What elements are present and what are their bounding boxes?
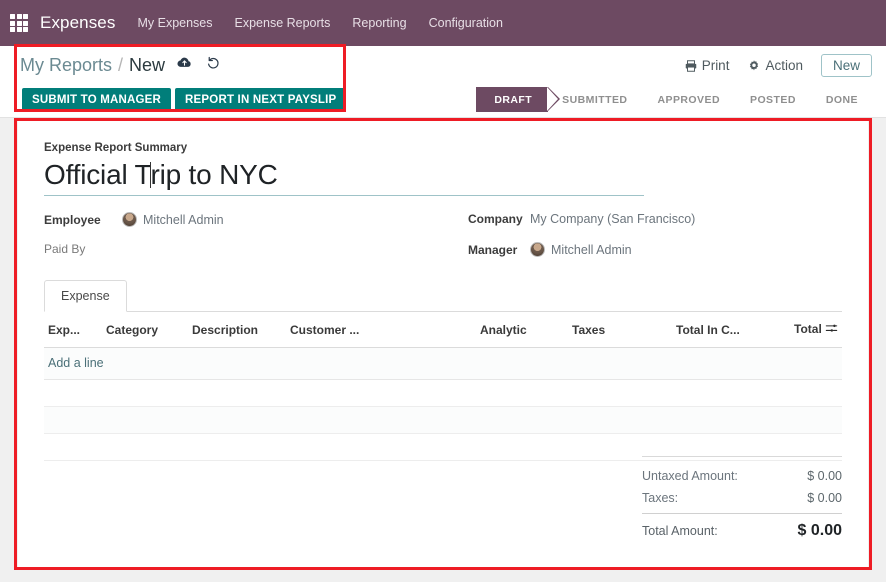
report-in-next-payslip-button[interactable]: Report in Next Payslip bbox=[175, 88, 347, 112]
table-row bbox=[44, 406, 842, 434]
gear-icon bbox=[750, 59, 759, 70]
status-done[interactable]: Done bbox=[809, 87, 874, 112]
submit-to-manager-button[interactable]: Submit to Manager bbox=[22, 88, 172, 112]
status-submitted[interactable]: Submitted bbox=[546, 87, 643, 112]
expense-report-summary-input[interactable]: Official Trip to NYC bbox=[44, 158, 644, 196]
avatar bbox=[122, 212, 137, 227]
paid-by-label: Paid By bbox=[44, 242, 86, 256]
totals-divider bbox=[642, 456, 842, 457]
notebook-tabs: Expense bbox=[44, 280, 842, 312]
odoo-expenses-app: Expenses My Expenses Expense Reports Rep… bbox=[0, 0, 886, 582]
apps-grid-icon[interactable] bbox=[10, 14, 28, 32]
employee-label: Employee bbox=[44, 212, 101, 227]
add-a-line-row[interactable]: Add a line bbox=[44, 347, 842, 380]
nav-expense-reports[interactable]: Expense Reports bbox=[235, 16, 331, 30]
col-expense-date[interactable]: Exp... bbox=[44, 312, 102, 348]
untaxed-amount-label: Untaxed Amount: bbox=[642, 469, 738, 483]
header-fields: Employee Mitchell Admin Paid By Company … bbox=[44, 212, 842, 268]
nav-reporting[interactable]: Reporting bbox=[352, 16, 406, 30]
manager-label: Manager bbox=[468, 242, 518, 257]
breadcrumb-current: New bbox=[129, 55, 166, 75]
control-panel: My Reports / New Print Action New SUBMIT… bbox=[0, 46, 886, 118]
col-category[interactable]: Category bbox=[102, 312, 188, 348]
company-value[interactable]: My Company (San Francisco) bbox=[530, 212, 695, 226]
col-description[interactable]: Description bbox=[188, 312, 286, 348]
total-untaxed-amount: Untaxed Amount: $ 0.00 bbox=[642, 465, 842, 487]
add-a-line-link[interactable]: Add a line bbox=[48, 356, 104, 370]
table-row bbox=[44, 379, 842, 407]
control-panel-bottom-row: Submit to Manager Report in Next Payslip… bbox=[0, 85, 886, 118]
table-header-row: Exp... Category Description Customer ...… bbox=[44, 312, 842, 348]
breadcrumb-my-reports[interactable]: My Reports bbox=[20, 55, 112, 76]
field-company: Company My Company (San Francisco) bbox=[468, 212, 695, 226]
action-button[interactable]: Action bbox=[747, 58, 803, 73]
totals-panel: Untaxed Amount: $ 0.00 Taxes: $ 0.00 Tot… bbox=[642, 456, 842, 544]
status-draft[interactable]: Draft bbox=[476, 87, 560, 112]
manager-value-wrap[interactable]: Mitchell Admin bbox=[530, 242, 632, 257]
manager-value: Mitchell Admin bbox=[551, 242, 632, 257]
sliders-icon[interactable] bbox=[825, 322, 838, 338]
col-customer[interactable]: Customer ... bbox=[286, 312, 476, 348]
breadcrumb: My Reports / New bbox=[20, 55, 221, 76]
print-button[interactable]: Print bbox=[684, 58, 730, 73]
expense-report-summary-label: Expense Report Summary bbox=[44, 142, 188, 154]
total-taxes: Taxes: $ 0.00 bbox=[642, 487, 842, 509]
status-posted[interactable]: Posted bbox=[733, 87, 812, 112]
expense-lines-body: Add a line bbox=[44, 347, 842, 461]
total-amount-value: $ 0.00 bbox=[797, 522, 842, 539]
top-navbar: Expenses My Expenses Expense Reports Rep… bbox=[0, 0, 886, 46]
control-panel-top-row: My Reports / New Print Action New bbox=[0, 46, 886, 85]
form-sheet: Expense Report Summary Official Trip to … bbox=[18, 120, 868, 570]
breadcrumb-separator: / bbox=[118, 55, 124, 75]
taxes-value: $ 0.00 bbox=[807, 491, 842, 505]
field-paid-by: Paid By bbox=[44, 242, 122, 256]
control-panel-actions: Print Action New bbox=[684, 46, 872, 85]
tab-expense[interactable]: Expense bbox=[44, 280, 127, 312]
nav-my-expenses[interactable]: My Expenses bbox=[137, 16, 212, 30]
status-approved[interactable]: Approved bbox=[641, 87, 736, 112]
summary-value-part2: rip to NYC bbox=[150, 159, 278, 190]
col-total[interactable]: Total bbox=[790, 312, 842, 348]
employee-value-wrap[interactable]: Mitchell Admin bbox=[122, 212, 224, 227]
expense-lines-table: Exp... Category Description Customer ...… bbox=[44, 312, 842, 461]
status-pipeline: Draft Submitted Approved Posted Done bbox=[476, 87, 874, 112]
total-amount: Total Amount: $ 0.00 bbox=[642, 513, 842, 544]
employee-value: Mitchell Admin bbox=[143, 212, 224, 227]
printer-icon bbox=[685, 59, 696, 72]
form-action-buttons: Submit to Manager Report in Next Payslip bbox=[22, 88, 347, 112]
company-label: Company bbox=[468, 212, 523, 226]
col-total-in-currency[interactable]: Total In C... bbox=[672, 312, 790, 348]
total-amount-label: Total Amount: bbox=[642, 524, 718, 538]
undo-arrow-icon[interactable] bbox=[206, 55, 221, 70]
col-analytic[interactable]: Analytic bbox=[476, 312, 568, 348]
new-button[interactable]: New bbox=[820, 54, 872, 77]
col-total-label: Total bbox=[794, 322, 822, 336]
print-label: Print bbox=[701, 58, 730, 73]
app-brand-expenses[interactable]: Expenses bbox=[40, 13, 115, 33]
avatar bbox=[530, 242, 545, 257]
notebook: Expense Exp... Category Description Cust bbox=[44, 280, 842, 461]
taxes-label: Taxes: bbox=[642, 491, 679, 505]
nav-configuration[interactable]: Configuration bbox=[429, 16, 503, 30]
field-manager: Manager Mitchell Admin bbox=[468, 242, 632, 257]
summary-value-part1: Official T bbox=[44, 159, 152, 190]
cloud-upload-icon[interactable] bbox=[177, 55, 192, 70]
field-employee: Employee Mitchell Admin bbox=[44, 212, 224, 227]
action-label: Action bbox=[765, 58, 803, 73]
untaxed-amount-value: $ 0.00 bbox=[807, 469, 842, 483]
text-caret bbox=[150, 162, 152, 188]
col-taxes[interactable]: Taxes bbox=[568, 312, 672, 348]
